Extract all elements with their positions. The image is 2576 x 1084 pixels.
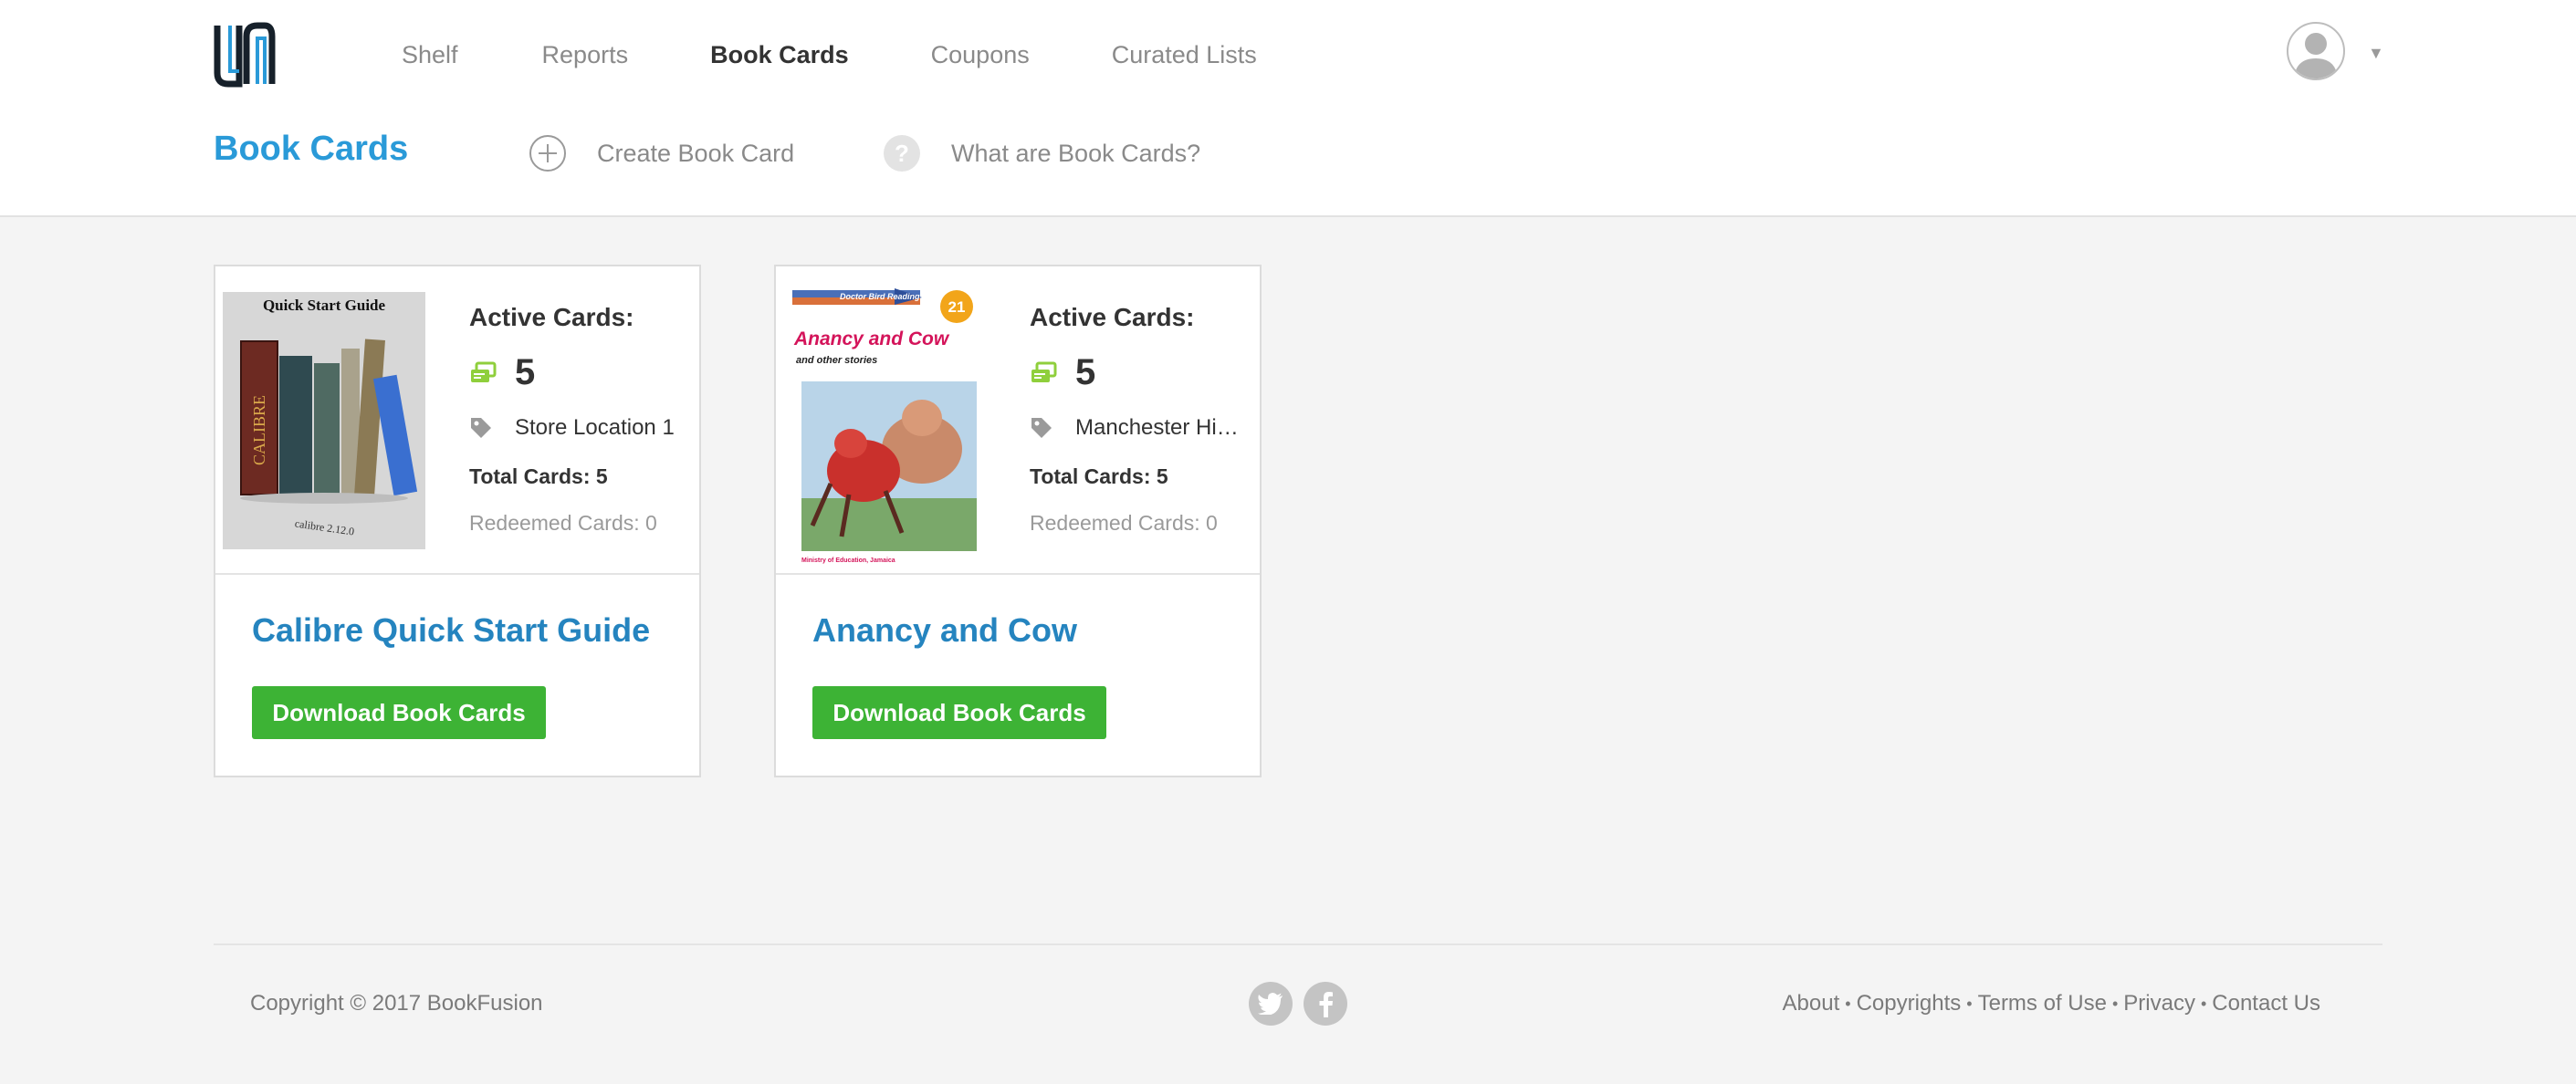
book-card-calibre: Quick Start Guide CALIBRE calibre 2.12.0…: [214, 265, 701, 777]
user-avatar[interactable]: [2287, 22, 2345, 80]
separator-dot: •: [1845, 994, 1851, 1013]
create-book-card-label: Create Book Card: [597, 139, 795, 167]
book-cover-anancy[interactable]: Doctor Bird Reading Series 21 Anancy and…: [785, 279, 988, 568]
download-book-cards-button[interactable]: Download Book Cards: [252, 686, 546, 739]
nav-coupons[interactable]: Coupons: [931, 41, 1030, 69]
cover-title: Anancy and Cow: [793, 328, 950, 349]
cover-subtitle: and other stories: [796, 355, 877, 366]
plus-circle-icon: [529, 135, 566, 172]
card-summary: Doctor Bird Reading Series 21 Anancy and…: [776, 266, 1260, 575]
location-label: Manchester Hig...: [1075, 415, 1240, 440]
nav-shelf[interactable]: Shelf: [402, 41, 458, 69]
tag-icon: [1031, 418, 1052, 438]
copyright-text: Copyright © 2017 BookFusion: [250, 991, 543, 1016]
separator-dot: •: [1966, 994, 1973, 1013]
card-summary: Quick Start Guide CALIBRE calibre 2.12.0…: [215, 266, 699, 575]
active-cards-label: Active Cards:: [1030, 303, 1195, 331]
download-book-cards-button[interactable]: Download Book Cards: [812, 686, 1106, 739]
footer-link-terms[interactable]: Terms of Use: [1978, 991, 2107, 1016]
total-cards: Total Cards: 5: [1030, 464, 1168, 488]
question-icon: ?: [884, 135, 920, 172]
active-cards-count: 5: [515, 352, 536, 392]
page-title: Book Cards: [214, 130, 409, 168]
cards-stack-icon: [471, 361, 497, 382]
cards-stack-icon: [1031, 361, 1057, 382]
cover-title: Quick Start Guide: [263, 297, 386, 314]
redeemed-cards: Redeemed Cards: 0: [1030, 511, 1218, 535]
footer-link-about[interactable]: About: [1783, 991, 1840, 1016]
footer-link-contact[interactable]: Contact Us: [2212, 991, 2320, 1016]
social-links: [1249, 982, 1358, 1026]
book-cover-calibre[interactable]: Quick Start Guide CALIBRE calibre 2.12.0: [223, 292, 425, 549]
separator-dot: •: [2111, 994, 2119, 1013]
footer-link-privacy[interactable]: Privacy: [2123, 991, 2195, 1016]
card-stats: Active Cards: 5 Manchester Hig... Total …: [1030, 303, 1258, 536]
book-card-anancy: Doctor Bird Reading Series 21 Anancy and…: [774, 265, 1262, 777]
cover-spine: CALIBRE: [250, 395, 268, 465]
what-are-book-cards-link[interactable]: ? What are Book Cards?: [884, 135, 1200, 172]
active-cards-count: 5: [1075, 352, 1096, 392]
active-cards-label: Active Cards:: [469, 303, 634, 331]
nav-reports[interactable]: Reports: [542, 41, 629, 69]
nav-curated-lists[interactable]: Curated Lists: [1112, 41, 1257, 69]
footer-links: About • Copyrights • Terms of Use • Priv…: [1783, 991, 2320, 1016]
card-stats: Active Cards: 5 Store Location 1 Total C…: [469, 303, 697, 536]
location-label: Store Location 1: [515, 415, 675, 440]
separator-dot: •: [2200, 994, 2207, 1013]
book-title-link[interactable]: Anancy and Cow: [812, 611, 1077, 650]
book-title-link[interactable]: Calibre Quick Start Guide: [252, 611, 650, 650]
user-silhouette-icon: [2294, 33, 2338, 78]
bookfusion-logo[interactable]: [212, 22, 276, 88]
main-nav: Shelf Reports Book Cards Coupons Curated…: [402, 0, 1257, 109]
tag-icon: [471, 418, 491, 438]
cover-series: Doctor Bird Reading Series: [840, 292, 947, 301]
create-book-card-button[interactable]: Create Book Card: [529, 135, 794, 172]
footer-link-copyrights[interactable]: Copyrights: [1857, 991, 1962, 1016]
footer-divider: [214, 943, 2382, 945]
chevron-down-icon[interactable]: ▼: [2368, 44, 2384, 63]
total-cards: Total Cards: 5: [469, 464, 608, 488]
cover-number: 21: [948, 298, 966, 316]
site-header: Shelf Reports Book Cards Coupons Curated…: [0, 0, 2576, 217]
facebook-icon[interactable]: [1304, 982, 1347, 1026]
cover-publisher: Ministry of Education, Jamaica: [801, 558, 895, 564]
nav-book-cards[interactable]: Book Cards: [710, 41, 849, 69]
what-are-book-cards-label: What are Book Cards?: [951, 139, 1201, 167]
twitter-icon[interactable]: [1249, 982, 1293, 1026]
redeemed-cards: Redeemed Cards: 0: [469, 511, 657, 535]
